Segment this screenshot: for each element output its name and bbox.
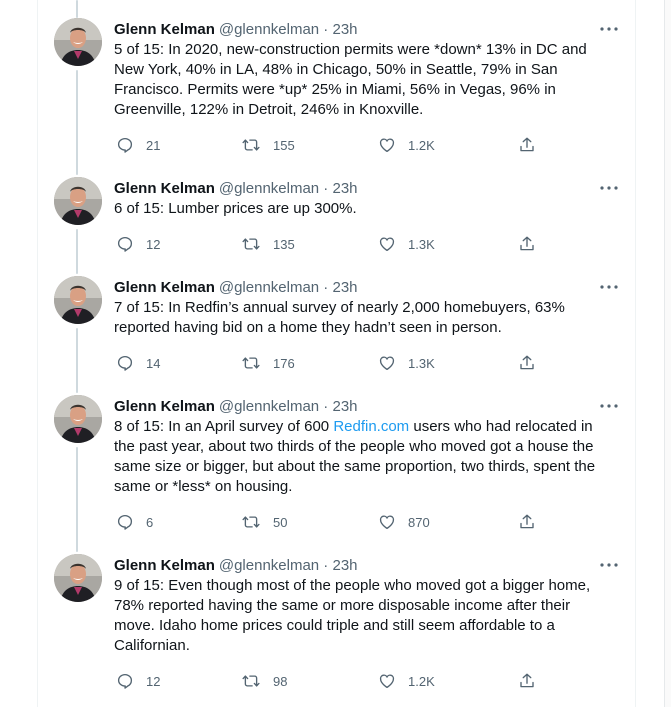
author-handle-time[interactable]: @glennkelman · 23h — [219, 398, 358, 415]
retweet-count: 155 — [273, 137, 295, 153]
tweet-text: 7 of 15: In Redfin’s annual survey of ne… — [114, 299, 565, 336]
retweet-icon — [241, 672, 261, 690]
like-count: 1.2K — [408, 673, 435, 689]
retweet-icon — [241, 513, 261, 531]
reply-button[interactable]: 6 — [116, 512, 153, 532]
share-button[interactable] — [518, 135, 536, 155]
retweet-icon — [241, 354, 261, 372]
tweet[interactable]: Glenn Kelman @glennkelman · 23h 7 of 15:… — [38, 276, 635, 376]
tweet-actions: 12 98 1.2K — [114, 671, 594, 691]
tweet-actions: 21 155 1.2K — [114, 135, 594, 155]
like-count: 1.3K — [408, 236, 435, 252]
retweet-count: 98 — [273, 673, 288, 689]
tweet[interactable]: Glenn Kelman @glennkelman · 23h 9 of 15:… — [38, 554, 635, 700]
reply-icon — [116, 136, 134, 154]
heart-icon — [378, 235, 396, 253]
reply-button[interactable]: 14 — [116, 353, 160, 373]
author-name[interactable]: Glenn Kelman — [114, 180, 215, 197]
author-name[interactable]: Glenn Kelman — [114, 557, 215, 574]
heart-icon — [378, 672, 396, 690]
avatar[interactable] — [54, 18, 102, 66]
tweet-actions: 14 176 1.3K — [114, 353, 594, 373]
tweet-text-part: 8 of 15: In an April survey of 600 — [114, 418, 334, 435]
author-name[interactable]: Glenn Kelman — [114, 279, 215, 296]
reply-button[interactable]: 12 — [116, 234, 160, 254]
share-icon — [518, 513, 536, 531]
tweet-actions: 6 50 870 — [114, 512, 594, 532]
tweet-text: 9 of 15: Even though most of the people … — [114, 577, 591, 654]
like-count: 1.3K — [408, 355, 435, 371]
more-dots-icon[interactable] — [597, 395, 621, 417]
retweet-icon — [241, 235, 261, 253]
share-button[interactable] — [518, 512, 536, 532]
tweet-text: 6 of 15: Lumber prices are up 300%. — [114, 200, 357, 217]
avatar[interactable] — [54, 177, 102, 225]
author-handle-time[interactable]: @glennkelman · 23h — [219, 21, 358, 38]
reply-button[interactable]: 21 — [116, 135, 160, 155]
reply-icon — [116, 513, 134, 531]
heart-icon — [378, 513, 396, 531]
heart-icon — [378, 136, 396, 154]
right-panel-edge — [664, 0, 671, 707]
tweet-actions: 12 135 1.3K — [114, 234, 594, 254]
share-button[interactable] — [518, 234, 536, 254]
share-button[interactable] — [518, 671, 536, 691]
author-name[interactable]: Glenn Kelman — [114, 398, 215, 415]
share-icon — [518, 136, 536, 154]
tweet-link[interactable]: Redfin.com — [333, 418, 409, 435]
more-dots-icon[interactable] — [597, 177, 621, 199]
tweet[interactable]: Glenn Kelman @glennkelman · 23h 8 of 15:… — [38, 395, 635, 535]
retweet-button[interactable]: 176 — [241, 353, 295, 373]
more-dots-icon[interactable] — [597, 18, 621, 40]
retweet-count: 50 — [273, 514, 288, 530]
like-count: 1.2K — [408, 137, 435, 153]
retweet-icon — [241, 136, 261, 154]
reply-count: 12 — [146, 673, 161, 689]
author-handle-time[interactable]: @glennkelman · 23h — [219, 557, 358, 574]
tweet[interactable]: Glenn Kelman @glennkelman · 23h 6 of 15:… — [38, 177, 635, 257]
avatar[interactable] — [54, 395, 102, 443]
author-name[interactable]: Glenn Kelman — [114, 21, 215, 38]
avatar[interactable] — [54, 276, 102, 324]
like-count: 870 — [408, 514, 430, 530]
more-dots-icon[interactable] — [597, 554, 621, 576]
reply-count: 12 — [146, 236, 161, 252]
avatar[interactable] — [54, 554, 102, 602]
like-button[interactable]: 1.3K — [378, 234, 435, 254]
reply-count: 21 — [146, 137, 161, 153]
share-icon — [518, 354, 536, 372]
author-handle-time[interactable]: @glennkelman · 23h — [219, 279, 358, 296]
retweet-button[interactable]: 155 — [241, 135, 295, 155]
reply-icon — [116, 235, 134, 253]
like-button[interactable]: 1.3K — [378, 353, 435, 373]
retweet-count: 176 — [273, 355, 295, 371]
reply-count: 14 — [146, 355, 161, 371]
share-button[interactable] — [518, 353, 536, 373]
like-button[interactable]: 870 — [378, 512, 430, 532]
tweet-text: 5 of 15: In 2020, new-construction permi… — [114, 41, 587, 118]
thread-line — [76, 0, 78, 18]
tweet[interactable]: Glenn Kelman @glennkelman · 23h 5 of 15:… — [38, 18, 635, 158]
retweet-button[interactable]: 50 — [241, 512, 287, 532]
reply-icon — [116, 672, 134, 690]
reply-count: 6 — [146, 514, 154, 530]
author-handle-time[interactable]: @glennkelman · 23h — [219, 180, 358, 197]
more-dots-icon[interactable] — [597, 276, 621, 298]
retweet-button[interactable]: 98 — [241, 671, 287, 691]
retweet-count: 135 — [273, 236, 295, 252]
heart-icon — [378, 354, 396, 372]
reply-icon — [116, 354, 134, 372]
share-icon — [518, 672, 536, 690]
tweet-text: 8 of 15: In an April survey of 600 Redfi… — [114, 417, 614, 497]
like-button[interactable]: 1.2K — [378, 135, 435, 155]
reply-button[interactable]: 12 — [116, 671, 160, 691]
retweet-button[interactable]: 135 — [241, 234, 295, 254]
like-button[interactable]: 1.2K — [378, 671, 435, 691]
share-icon — [518, 235, 536, 253]
